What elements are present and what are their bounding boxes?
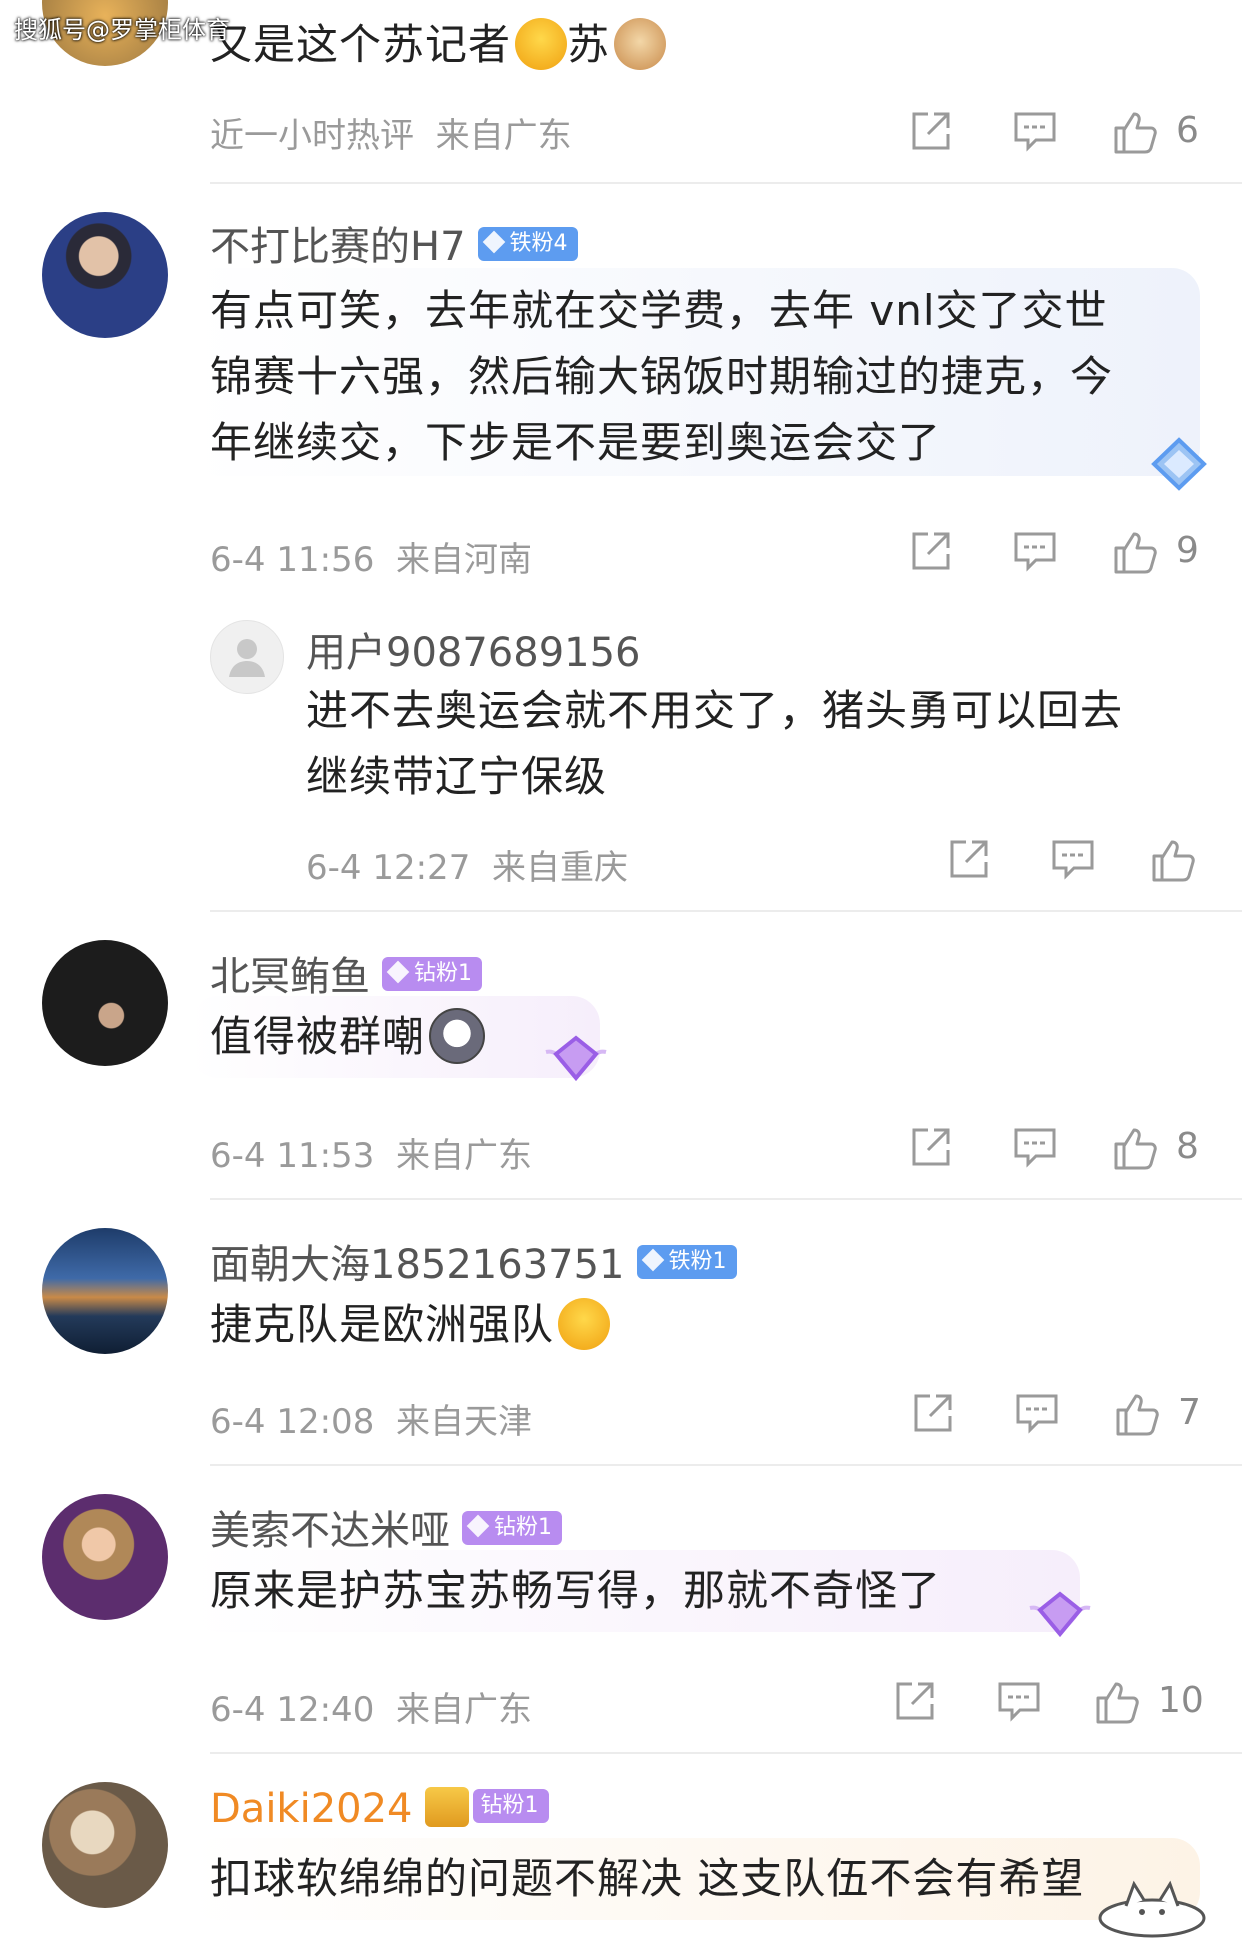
fan-badge: 铁粉1 xyxy=(636,1245,737,1279)
share-icon[interactable] xyxy=(908,1124,954,1170)
comment-icon[interactable] xyxy=(1012,528,1058,574)
username[interactable]: 美索不达米哑 钻粉1 xyxy=(210,1498,562,1556)
fan-badge: 铁粉4 xyxy=(477,227,578,261)
share-icon[interactable] xyxy=(910,1390,956,1436)
like-icon[interactable] xyxy=(1112,528,1160,576)
like-icon[interactable] xyxy=(1112,1124,1160,1172)
like-icon[interactable] xyxy=(1094,1678,1142,1726)
comment-icon[interactable] xyxy=(1014,1390,1060,1436)
like-count: 10 xyxy=(1158,1680,1204,1721)
like-count: 6 xyxy=(1176,110,1199,151)
avatar[interactable] xyxy=(42,1782,168,1908)
like-icon[interactable] xyxy=(1150,836,1198,884)
grin-emoji-icon xyxy=(515,17,568,70)
reply-meta: 6-4 12:27 来自重庆 xyxy=(306,848,628,888)
fan-badge: 钻粉1 xyxy=(462,1511,562,1545)
share-icon[interactable] xyxy=(946,836,992,882)
comment-meta: 6-4 11:56 来自河南 xyxy=(210,540,532,580)
comment-icon[interactable] xyxy=(1012,108,1058,154)
avatar[interactable] xyxy=(42,940,168,1066)
like-count: 7 xyxy=(1178,1392,1201,1433)
comment-icon[interactable] xyxy=(1050,836,1096,882)
comment-content: 捷克队是欧洲强队 xyxy=(210,1292,611,1358)
comment-icon[interactable] xyxy=(996,1678,1042,1724)
diamond-icon xyxy=(641,1248,664,1272)
comment-meta: 6-4 12:40 来自广东 xyxy=(210,1690,532,1730)
username[interactable]: Daiki2024 钻粉1 xyxy=(210,1786,549,1832)
username[interactable]: 北冥鲔鱼 钻粉1 xyxy=(210,944,482,1002)
comment-content: 原来是护苏宝苏畅写得，那就不奇怪了 xyxy=(210,1566,942,1615)
diamond-icon xyxy=(482,230,505,254)
reply-content: 进不去奥运会就不用交了，猪头勇可以回去 继续带辽宁保级 xyxy=(306,686,1124,801)
comment-actions: 7 xyxy=(910,1390,1210,1440)
username[interactable]: 面朝大海1852163751 铁粉1 xyxy=(210,1232,737,1290)
diamond-icon xyxy=(386,960,410,984)
divider xyxy=(210,182,1242,184)
like-icon[interactable] xyxy=(1112,108,1160,156)
share-icon[interactable] xyxy=(892,1678,938,1724)
reply-actions xyxy=(946,836,1206,886)
username[interactable]: 不打比赛的H7 铁粉4 xyxy=(210,214,578,272)
divider xyxy=(210,910,1242,912)
diamond-icon xyxy=(466,1514,490,1538)
crown-icon xyxy=(424,1787,469,1827)
like-count: 8 xyxy=(1176,1126,1199,1167)
share-icon[interactable] xyxy=(908,108,954,154)
comment-meta: 6-4 11:53 来自广东 xyxy=(210,1136,532,1176)
dog-emoji-icon xyxy=(614,17,667,70)
fan-badge: 钻粉1 xyxy=(382,957,482,991)
diamond-decoration-icon xyxy=(545,1035,607,1082)
comment-content: 扣球软绵绵的问题不解决 这支队伍不会有希望 xyxy=(210,1854,1085,1903)
avatar[interactable] xyxy=(42,1494,168,1620)
username[interactable]: 用户9087689156 xyxy=(306,620,641,678)
share-icon[interactable] xyxy=(908,528,954,574)
comment-actions: 6 xyxy=(908,108,1208,158)
comment-actions: 9 xyxy=(908,528,1208,578)
comment-icon[interactable] xyxy=(1012,1124,1058,1170)
avatar[interactable] xyxy=(42,1228,168,1354)
comment-actions: 10 xyxy=(892,1678,1212,1728)
default-avatar-icon[interactable] xyxy=(210,620,284,694)
diamond-decoration-icon xyxy=(1029,1591,1091,1638)
comment-actions: 8 xyxy=(908,1124,1208,1174)
divider xyxy=(210,1752,1242,1754)
cat-sticker-icon xyxy=(1098,1880,1206,1938)
like-icon[interactable] xyxy=(1114,1390,1162,1438)
diamond-decoration-icon xyxy=(1151,437,1207,491)
comment-content: 又是这个苏记者苏 xyxy=(210,12,667,78)
comment-content: 值得被群嘲 xyxy=(210,1004,486,1070)
laugh-cry-emoji-icon xyxy=(558,1297,611,1350)
avatar[interactable] xyxy=(42,212,168,338)
comment-meta: 6-4 12:08 来自天津 xyxy=(210,1402,532,1442)
divider xyxy=(210,1198,1242,1200)
comment-content: 有点可笑，去年就在交学费，去年 vnl交了交世 锦赛十六强，然后输大锅饭时期输过… xyxy=(210,286,1114,467)
fan-badge: 钻粉1 xyxy=(472,1789,549,1823)
comment-meta: 近一小时热评 来自广东 xyxy=(210,116,572,156)
divider xyxy=(210,1464,1242,1466)
watermark: 搜狐号@罗掌柜体育 xyxy=(14,16,230,44)
like-count: 9 xyxy=(1176,530,1199,571)
husky-emoji-icon xyxy=(429,1007,486,1064)
